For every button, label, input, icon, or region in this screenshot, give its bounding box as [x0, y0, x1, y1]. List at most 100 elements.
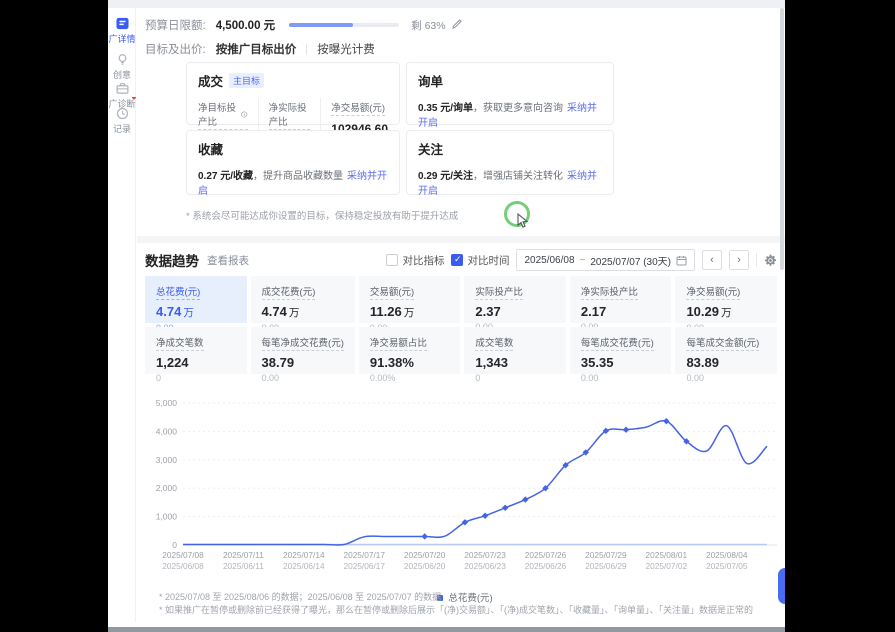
bidding-row: 目标及出价: 按推广目标出价 按曝光计费: [145, 41, 375, 57]
metric-card-7[interactable]: 净成交笔数1,2240: [145, 327, 247, 374]
metric-card-10[interactable]: 成交笔数1,3430: [464, 327, 566, 374]
metric-label: 成交笔数: [475, 335, 513, 351]
checkbox-unchecked-icon[interactable]: [386, 254, 398, 266]
metric-label: 实际投产比: [475, 284, 523, 300]
compare-time-checkbox[interactable]: 对比时间: [451, 253, 509, 268]
metric-compare-value: 0.00%: [370, 373, 450, 383]
goal-card-desc: 0.29 元/关注，增强店铺关注转化采纳并开启: [418, 167, 602, 197]
svg-text:2025/06/14: 2025/06/14: [283, 561, 325, 571]
section-divider: [137, 236, 785, 243]
info-icon[interactable]: [241, 110, 248, 119]
vertical-scrollbar[interactable]: [780, 8, 784, 270]
date-range-picker[interactable]: 2025/06/08 ~ 2025/07/07 (30天): [516, 249, 695, 271]
svg-text:2025/07/17: 2025/07/17: [343, 550, 385, 560]
sidebar-item-label: 记录: [108, 122, 136, 135]
goal-cards-grid: 成交 主目标 净目标投产比 2.45 净实际投产比2.17净交易额(元)1029…: [186, 62, 614, 195]
svg-text:2025/06/20: 2025/06/20: [404, 561, 446, 571]
metric-card-9[interactable]: 净交易额占比91.38%0.00%: [359, 327, 461, 374]
app-window: 广详情创意广诊断记录 预算日限额: 4,500.00 元 剩 63% 目标及出价…: [108, 0, 785, 632]
chart-footnotes: * 2025/07/08 至 2025/08/06 的数据；2025/06/08…: [159, 591, 753, 617]
budget-label: 预算日限额:: [145, 17, 206, 33]
metric-label: 净成交笔数: [156, 335, 204, 351]
svg-text:2025/07/11: 2025/07/11: [223, 550, 264, 560]
metric-value: 10.29万: [686, 304, 766, 320]
compare-time-label: 对比时间: [467, 253, 509, 268]
metric-card-6[interactable]: 净交易额(元)10.29万0.00: [675, 276, 777, 323]
metric-card-1[interactable]: 总花费(元)4.74万0.00: [145, 276, 247, 323]
goal-card-2[interactable]: 询单0.35 元/询单，获取更多意向咨询采纳并开启: [406, 62, 614, 125]
metric-value: 4.74万: [156, 304, 236, 320]
primary-goal-badge: 主目标: [229, 73, 264, 88]
metric-card-3[interactable]: 交易额(元)11.26万0.00: [359, 276, 461, 323]
sidebar-item-label: 创意: [108, 68, 136, 81]
footnote: * 如果推广在暂停或删除前已经获得了曝光，那么在暂停或删除后展示「(净)交易额」…: [159, 604, 753, 617]
svg-text:2025/07/20: 2025/07/20: [404, 550, 446, 560]
metric-card-8[interactable]: 每笔净成交花费(元)38.790.00: [251, 327, 355, 374]
metric-value: 2.37: [475, 304, 555, 319]
sidebar-item-label: 广详情: [108, 32, 136, 45]
metric-cards: 总花费(元)4.74万0.00成交花费(元)4.74万0.00交易额(元)11.…: [145, 276, 777, 374]
sidebar-item-2[interactable]: 创意: [108, 53, 136, 81]
trend-header: 数据趋势 查看报表 对比指标 对比时间 2025/06/08 ~ 2025/07…: [145, 249, 777, 271]
trend-chart[interactable]: 01,0002,0003,0004,0005,0002025/07/082025…: [145, 393, 785, 583]
tab-bid-by-goal[interactable]: 按推广目标出价: [216, 41, 297, 57]
metric-value: 1,224: [156, 355, 236, 370]
metric-card-12[interactable]: 每笔成交金额(元)83.890.00: [675, 327, 777, 374]
settings-gear-icon[interactable]: [764, 254, 777, 267]
compare-metric-label: 对比指标: [402, 253, 444, 268]
view-report-link[interactable]: 查看报表: [207, 253, 249, 268]
metric-label: 交易额(元): [370, 284, 414, 300]
metric-label: 成交花费(元): [262, 284, 316, 300]
campaign-detail-icon: [108, 17, 136, 30]
svg-text:2025/06/17: 2025/06/17: [343, 561, 385, 571]
notification-dot: [132, 97, 136, 99]
window-bottom-strip: [108, 627, 785, 632]
edit-budget-icon[interactable]: [452, 19, 462, 32]
metric-label: 每笔成交花费(元): [581, 335, 654, 351]
svg-text:0: 0: [172, 540, 177, 550]
svg-text:2025/07/23: 2025/07/23: [464, 550, 506, 560]
sidebar-item-1[interactable]: 广详情: [108, 17, 136, 45]
budget-remaining: 剩 63%: [411, 18, 445, 33]
sidebar-item-3[interactable]: 广诊断: [108, 82, 136, 110]
metric-label: 总花费(元): [156, 284, 200, 300]
compare-metric-checkbox[interactable]: 对比指标: [386, 253, 444, 268]
metric-compare-value: 0.00: [262, 373, 344, 383]
budget-value: 4,500.00 元: [216, 17, 275, 33]
metric-card-4[interactable]: 实际投产比2.370.00: [464, 276, 566, 323]
svg-text:2025/06/11: 2025/06/11: [223, 561, 264, 571]
metric-label: 每笔成交金额(元): [686, 335, 759, 351]
sidebar-item-4[interactable]: 记录: [108, 107, 136, 135]
svg-text:2,000: 2,000: [156, 483, 178, 493]
window-top-strip: [108, 0, 785, 8]
main-content: 预算日限额: 4,500.00 元 剩 63% 目标及出价: 按推广目标出价 按…: [137, 8, 785, 627]
trend-chart-area: 01,0002,0003,0004,0005,0002025/07/082025…: [145, 393, 785, 604]
next-period-button[interactable]: ›: [729, 250, 749, 270]
metric-value: 35.35: [581, 355, 661, 370]
svg-text:2025/07/29: 2025/07/29: [585, 550, 627, 560]
bidding-label: 目标及出价:: [145, 41, 206, 57]
tab-bid-by-exposure[interactable]: 按曝光计费: [317, 41, 375, 57]
checkbox-checked-icon[interactable]: [451, 254, 463, 266]
goal-card-title: 询单: [418, 71, 443, 90]
date-start: 2025/06/08: [524, 255, 574, 266]
svg-text:4,000: 4,000: [156, 426, 178, 436]
date-separator: ~: [580, 255, 586, 266]
prev-period-button[interactable]: ‹: [702, 250, 722, 270]
metric-card-11[interactable]: 每笔成交花费(元)35.350.00: [570, 327, 672, 374]
metric-card-2[interactable]: 成交花费(元)4.74万0.00: [251, 276, 355, 323]
budget-slider[interactable]: [289, 23, 399, 27]
metric-value: 2.17: [581, 304, 661, 319]
metric-card-5[interactable]: 净实际投产比2.170.00: [570, 276, 672, 323]
goal-card-deal[interactable]: 成交 主目标 净目标投产比 2.45 净实际投产比2.17净交易额(元)1029…: [186, 62, 400, 125]
svg-text:5,000: 5,000: [156, 398, 178, 408]
floating-side-button[interactable]: [778, 568, 785, 604]
goal-card-3[interactable]: 收藏0.27 元/收藏，提升商品收藏数量采纳并开启: [186, 130, 400, 195]
metric-value: 91.38%: [370, 355, 450, 370]
metric-compare-value: 0: [475, 373, 555, 383]
goal-card-4[interactable]: 关注0.29 元/关注，增强店铺关注转化采纳并开启: [406, 130, 614, 195]
footnote: * 2025/07/08 至 2025/08/06 的数据；2025/06/08…: [159, 591, 753, 604]
metric-label: 净交易额(元): [686, 284, 740, 300]
svg-text:2025/06/23: 2025/06/23: [464, 561, 506, 571]
metric-value: 11.26万: [370, 304, 450, 320]
